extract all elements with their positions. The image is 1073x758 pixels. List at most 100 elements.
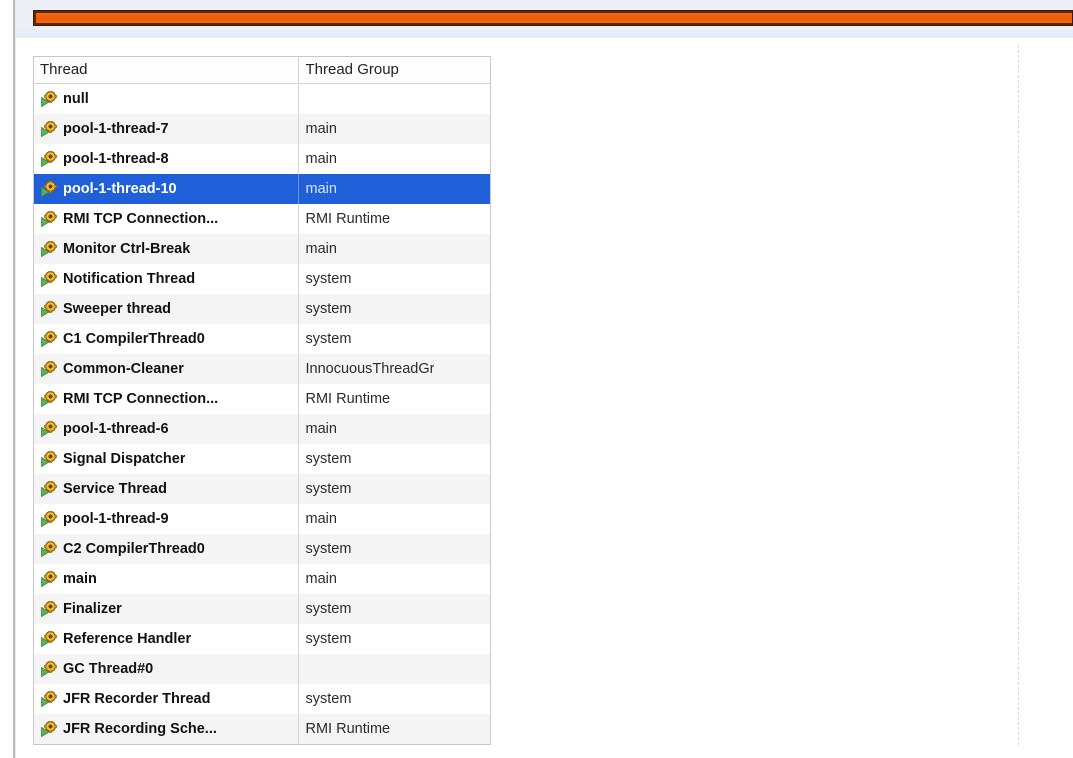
cell-thread-group[interactable]: RMI Runtime [297, 384, 490, 414]
right-dashed-guide [1018, 45, 1019, 745]
cell-thread[interactable]: Reference Handler [34, 624, 298, 654]
cell-thread[interactable]: Monitor Ctrl-Break [34, 234, 298, 264]
table-row[interactable]: JFR Recorder Thread system [34, 684, 490, 714]
thread-run-gear-icon [40, 510, 58, 528]
cell-thread-group[interactable]: main [297, 174, 490, 204]
cell-thread-group[interactable]: main [297, 144, 490, 174]
table-row[interactable]: RMI TCP Connection... RMI Runtime [34, 204, 490, 234]
cell-thread-group[interactable]: main [297, 114, 490, 144]
table-row[interactable]: C1 CompilerThread0 system [34, 324, 490, 354]
thread-name-label: C1 CompilerThread0 [63, 331, 205, 347]
table-row[interactable]: pool-1-thread-8 main [34, 144, 490, 174]
cell-thread-group[interactable]: system [297, 324, 490, 354]
cell-thread[interactable]: null [34, 83, 298, 114]
cell-thread-group[interactable]: system [297, 444, 490, 474]
table-row[interactable]: Notification Thread system [34, 264, 490, 294]
table-row[interactable]: Finalizer system [34, 594, 490, 624]
table-row[interactable]: Reference Handler system [34, 624, 490, 654]
cell-thread[interactable]: Finalizer [34, 594, 298, 624]
thread-run-gear-icon [40, 120, 58, 138]
thread-group-label: system [305, 331, 352, 347]
cell-thread-group[interactable]: system [297, 474, 490, 504]
thread-group-label: main [305, 511, 337, 527]
column-header-thread-group[interactable]: Thread Group [297, 57, 490, 84]
cell-thread[interactable]: RMI TCP Connection... [34, 384, 298, 414]
cell-thread-group[interactable]: main [297, 234, 490, 264]
thread-run-gear-icon [40, 330, 58, 348]
thread-name-label: Notification Thread [63, 271, 196, 287]
thread-name-label: pool-1-thread-7 [63, 121, 169, 137]
thread-table-body[interactable]: null pool-1-thread-7 main pool-1-thread-… [34, 83, 490, 744]
thread-run-gear-icon [40, 720, 58, 738]
cell-thread-group[interactable]: main [297, 414, 490, 444]
cell-thread-group[interactable]: system [297, 684, 490, 714]
thread-group-label: system [305, 601, 352, 617]
thread-group-label: RMI Runtime [305, 391, 391, 407]
table-row[interactable]: Signal Dispatcher system [34, 444, 490, 474]
thread-run-gear-icon [40, 90, 58, 108]
table-row[interactable]: Monitor Ctrl-Break main [34, 234, 490, 264]
thread-group-label: system [305, 301, 352, 317]
cell-thread-group[interactable] [297, 83, 490, 114]
cell-thread-group[interactable]: system [297, 624, 490, 654]
cell-thread[interactable]: Service Thread [34, 474, 298, 504]
thread-group-label: system [305, 631, 352, 647]
cell-thread-group[interactable]: main [297, 504, 490, 534]
thread-name-label: Monitor Ctrl-Break [63, 241, 191, 257]
cell-thread[interactable]: RMI TCP Connection... [34, 204, 298, 234]
table-row[interactable]: Common-Cleaner InnocuousThreadGr [34, 354, 490, 384]
table-row[interactable]: GC Thread#0 [34, 654, 490, 684]
table-row[interactable]: C2 CompilerThread0 system [34, 534, 490, 564]
thread-run-gear-icon [40, 540, 58, 558]
table-row[interactable]: main main [34, 564, 490, 594]
cell-thread[interactable]: main [34, 564, 298, 594]
orange-level-bar[interactable] [33, 10, 1073, 26]
cell-thread[interactable]: Signal Dispatcher [34, 444, 298, 474]
cell-thread[interactable]: Sweeper thread [34, 294, 298, 324]
table-row[interactable]: pool-1-thread-6 main [34, 414, 490, 444]
table-row[interactable]: pool-1-thread-10 main [34, 174, 490, 204]
cell-thread[interactable]: C2 CompilerThread0 [34, 534, 298, 564]
thread-name-label: RMI TCP Connection... [63, 391, 219, 407]
thread-name-label: null [63, 91, 89, 107]
cell-thread[interactable]: C1 CompilerThread0 [34, 324, 298, 354]
cell-thread-group[interactable]: system [297, 294, 490, 324]
thread-group-label: system [305, 691, 352, 707]
table-row[interactable]: null [34, 83, 490, 114]
thread-run-gear-icon [40, 570, 58, 588]
table-row[interactable]: pool-1-thread-9 main [34, 504, 490, 534]
table-row[interactable]: Sweeper thread system [34, 294, 490, 324]
table-row[interactable]: JFR Recording Sche... RMI Runtime [34, 714, 490, 744]
cell-thread[interactable]: pool-1-thread-9 [34, 504, 298, 534]
thread-name-label: Sweeper thread [63, 301, 171, 317]
cell-thread-group[interactable]: RMI Runtime [297, 204, 490, 234]
thread-name-label: C2 CompilerThread0 [63, 541, 205, 557]
cell-thread[interactable]: pool-1-thread-10 [34, 174, 298, 204]
thread-name-label: Common-Cleaner [63, 361, 184, 377]
cell-thread-group[interactable]: RMI Runtime [297, 714, 490, 744]
cell-thread[interactable]: pool-1-thread-6 [34, 414, 298, 444]
cell-thread-group[interactable]: system [297, 594, 490, 624]
cell-thread[interactable]: GC Thread#0 [34, 654, 298, 684]
cell-thread[interactable]: pool-1-thread-8 [34, 144, 298, 174]
cell-thread-group[interactable]: InnocuousThreadGr [297, 354, 490, 384]
cell-thread[interactable]: Notification Thread [34, 264, 298, 294]
cell-thread[interactable]: Common-Cleaner [34, 354, 298, 384]
thread-run-gear-icon [40, 360, 58, 378]
cell-thread-group[interactable]: system [297, 264, 490, 294]
cell-thread-group[interactable] [297, 654, 490, 684]
thread-table[interactable]: Thread Thread Group null pool-1-thread-7… [33, 56, 491, 745]
cell-thread-group[interactable]: main [297, 564, 490, 594]
thread-run-gear-icon [40, 450, 58, 468]
cell-thread[interactable]: JFR Recorder Thread [34, 684, 298, 714]
cell-thread[interactable]: pool-1-thread-7 [34, 114, 298, 144]
thread-name-label: Signal Dispatcher [63, 451, 186, 467]
table-row[interactable]: RMI TCP Connection... RMI Runtime [34, 384, 490, 414]
thread-run-gear-icon [40, 600, 58, 618]
table-row[interactable]: pool-1-thread-7 main [34, 114, 490, 144]
cell-thread-group[interactable]: system [297, 534, 490, 564]
thread-name-label: pool-1-thread-8 [63, 151, 169, 167]
table-row[interactable]: Service Thread system [34, 474, 490, 504]
column-header-thread[interactable]: Thread [34, 57, 298, 84]
cell-thread[interactable]: JFR Recording Sche... [34, 714, 298, 744]
